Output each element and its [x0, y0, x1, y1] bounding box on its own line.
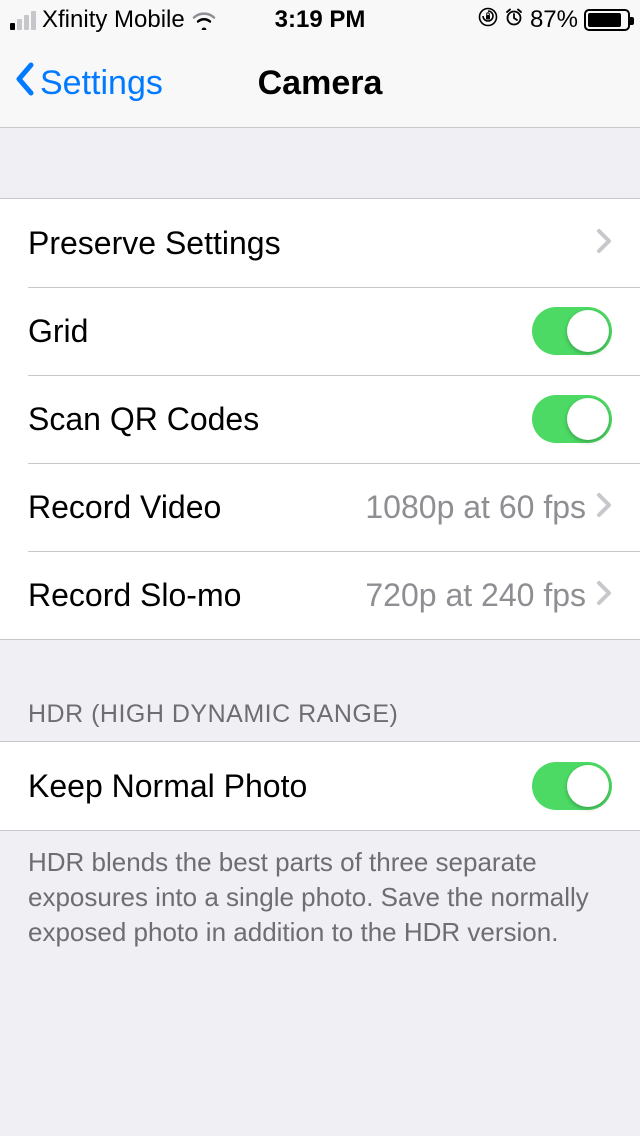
scan-qr-row: Scan QR Codes — [0, 375, 640, 463]
back-label: Settings — [40, 64, 163, 103]
preserve-settings-label: Preserve Settings — [28, 225, 281, 262]
scan-qr-toggle[interactable] — [532, 395, 612, 443]
grid-toggle[interactable] — [532, 307, 612, 355]
record-video-row[interactable]: Record Video 1080p at 60 fps — [0, 463, 640, 551]
battery-fill — [588, 13, 621, 27]
wifi-icon — [191, 10, 217, 30]
keep-normal-photo-row: Keep Normal Photo — [0, 742, 640, 830]
hdr-section-footer: HDR blends the best parts of three separ… — [0, 831, 640, 962]
grid-label: Grid — [28, 313, 88, 350]
nav-bar: Settings Camera — [0, 40, 640, 128]
record-video-label: Record Video — [28, 489, 221, 526]
battery-icon — [584, 9, 630, 31]
status-right: 87% — [478, 6, 630, 34]
preserve-settings-row[interactable]: Preserve Settings — [0, 199, 640, 287]
camera-settings-group: Preserve Settings Grid Scan QR Codes Rec… — [0, 198, 640, 640]
keep-normal-photo-label: Keep Normal Photo — [28, 768, 307, 805]
alarm-icon — [504, 6, 524, 34]
section-spacer — [0, 128, 640, 198]
chevron-right-icon — [596, 228, 612, 259]
keep-normal-photo-toggle[interactable] — [532, 762, 612, 810]
orientation-lock-icon — [478, 6, 498, 34]
back-button[interactable]: Settings — [14, 61, 163, 106]
cellular-signal-icon — [10, 10, 36, 30]
chevron-right-icon — [596, 580, 612, 611]
grid-row: Grid — [0, 287, 640, 375]
battery-percent: 87% — [530, 6, 578, 34]
record-slomo-row[interactable]: Record Slo-mo 720p at 240 fps — [0, 551, 640, 639]
clock: 3:19 PM — [275, 6, 366, 34]
hdr-group: Keep Normal Photo — [0, 741, 640, 831]
record-slomo-label: Record Slo-mo — [28, 577, 241, 614]
hdr-section-header: HDR (HIGH DYNAMIC RANGE) — [0, 640, 640, 741]
status-bar: Xfinity Mobile 3:19 PM 87% — [0, 0, 640, 40]
chevron-right-icon — [596, 492, 612, 523]
page-title: Camera — [258, 64, 383, 103]
record-slomo-value: 720p at 240 fps — [365, 577, 586, 614]
record-video-value: 1080p at 60 fps — [365, 489, 586, 526]
carrier-label: Xfinity Mobile — [42, 6, 185, 34]
status-left: Xfinity Mobile — [10, 6, 217, 34]
chevron-left-icon — [14, 61, 36, 106]
scan-qr-label: Scan QR Codes — [28, 401, 259, 438]
